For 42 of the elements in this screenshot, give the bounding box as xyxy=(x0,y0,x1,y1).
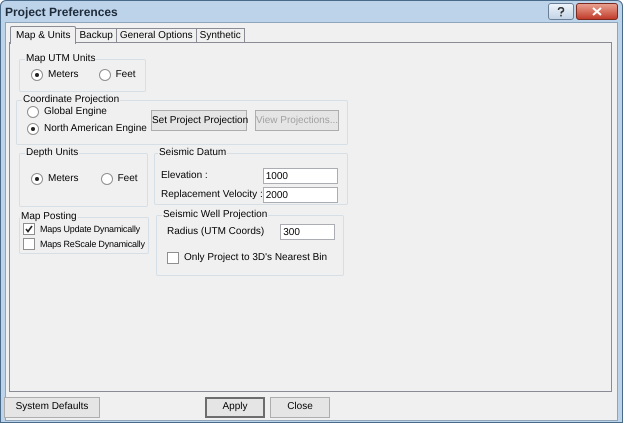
button[interactable]: Set Project Projection xyxy=(151,110,247,131)
group-title: Coordinate Projection xyxy=(22,94,120,106)
input-field[interactable]: 2000 xyxy=(262,187,338,203)
radio-label: Feet xyxy=(116,69,136,81)
checkbox[interactable] xyxy=(23,238,35,250)
radio-label: Meters xyxy=(48,173,79,185)
radio-button[interactable] xyxy=(31,173,43,185)
close-icon xyxy=(592,7,602,16)
field-label: Radius (UTM Coords) xyxy=(167,226,264,238)
radio-button[interactable] xyxy=(100,173,113,185)
field-label: Replacement Velocity : xyxy=(161,189,263,201)
input-field[interactable]: 1000 xyxy=(262,168,338,184)
radio-button[interactable] xyxy=(98,69,111,81)
checkbox[interactable] xyxy=(167,252,179,264)
help-button[interactable] xyxy=(548,3,574,20)
tab[interactable]: General Options xyxy=(116,28,197,43)
close-button[interactable] xyxy=(576,3,618,20)
checkbox[interactable] xyxy=(23,223,35,235)
group-title: Depth Units xyxy=(25,147,80,159)
help-icon xyxy=(557,6,565,16)
field-label: Elevation : xyxy=(161,170,208,182)
button[interactable]: System Defaults xyxy=(4,396,100,418)
radio-button[interactable] xyxy=(27,123,39,135)
radio-label: Meters xyxy=(48,69,79,81)
radio-label: Feet xyxy=(118,173,138,185)
checkbox-label: Only Project to 3D's Nearest Bin xyxy=(184,252,328,264)
button[interactable]: Apply xyxy=(205,396,265,418)
group-title: Map Posting xyxy=(20,211,78,223)
input-field[interactable]: 300 xyxy=(280,224,336,240)
radio-button[interactable] xyxy=(31,69,43,81)
group-title: Seismic Well Projection xyxy=(162,209,268,221)
tab[interactable]: Map & Units xyxy=(10,26,76,44)
radio-label: Global Engine xyxy=(44,106,107,118)
button[interactable]: Close xyxy=(270,396,330,418)
group-title: Map UTM Units xyxy=(25,53,96,65)
radio-button[interactable] xyxy=(27,106,39,118)
tab[interactable]: Synthetic xyxy=(196,28,245,43)
group-title: Seismic Datum xyxy=(158,147,228,159)
checkbox-label: Maps ReScale Dynamically xyxy=(40,238,145,250)
radio-label: North American Engine xyxy=(44,123,147,135)
window-title: Project Preferences xyxy=(5,6,118,18)
checkbox-label: Maps Update Dynamically xyxy=(40,223,140,235)
